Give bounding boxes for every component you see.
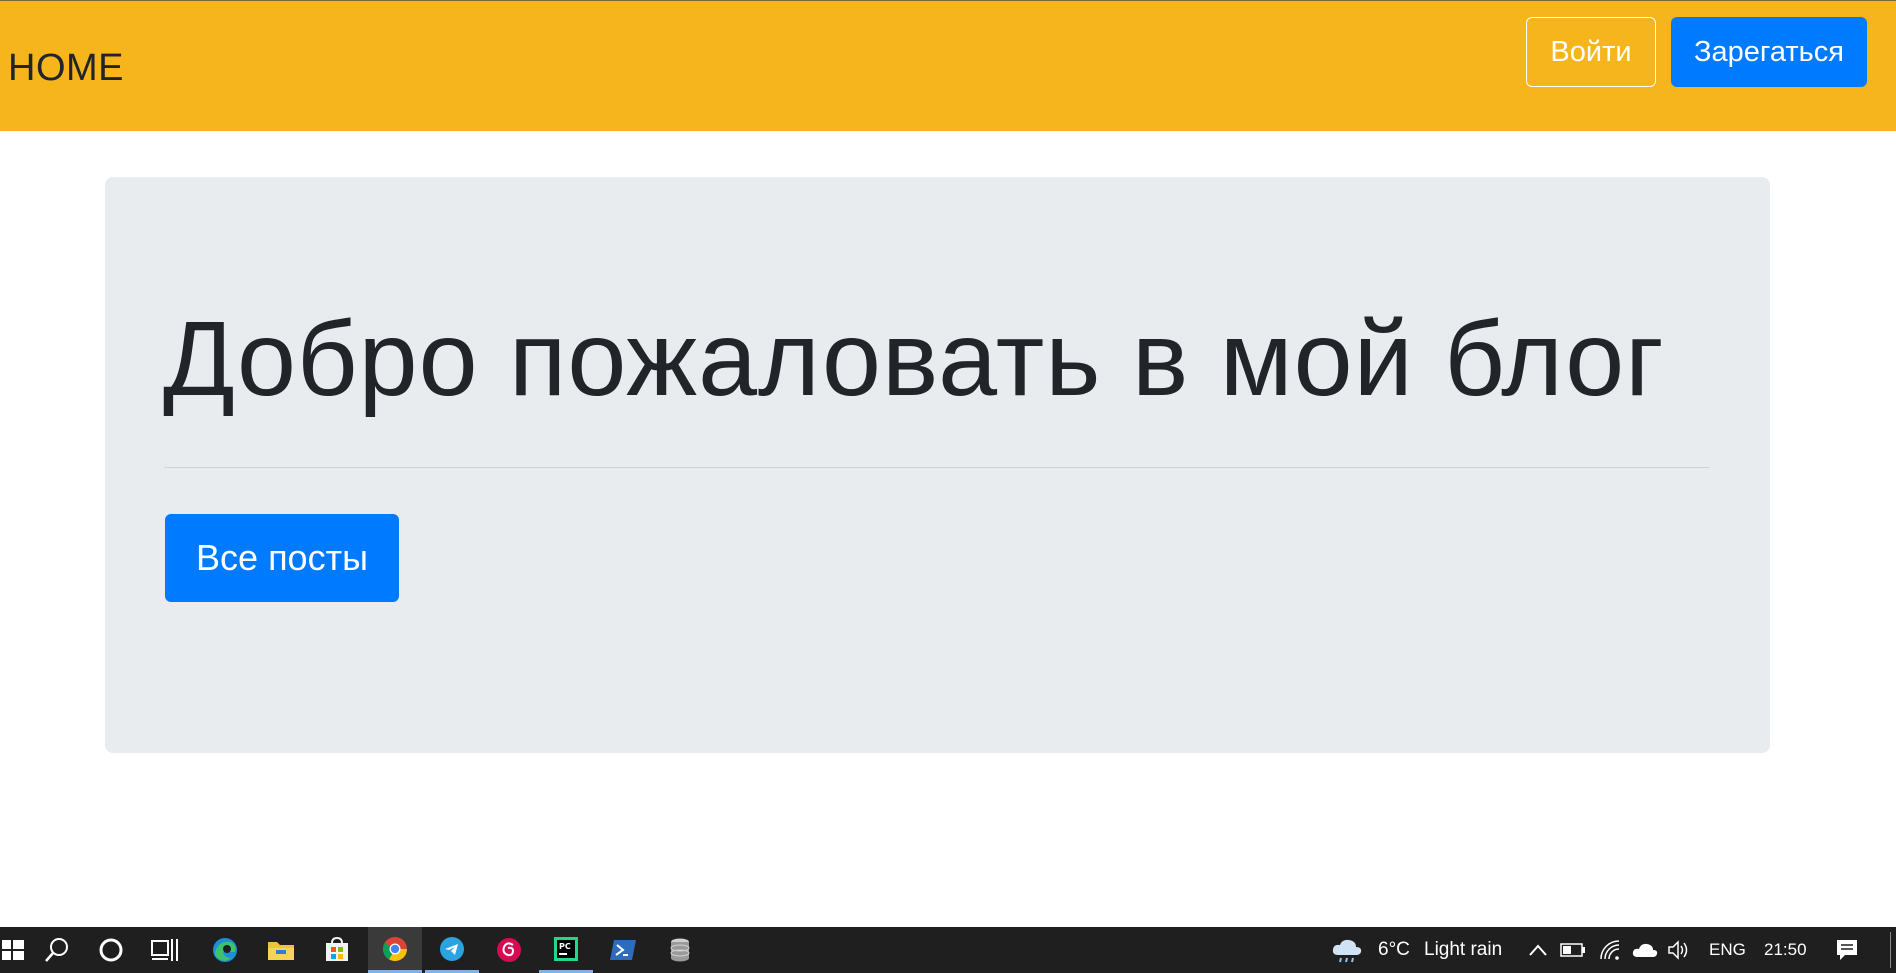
svg-text:PC: PC [559, 942, 571, 951]
weather-temperature[interactable]: 6°C [1378, 927, 1410, 973]
home-link[interactable]: HOME [8, 45, 124, 91]
volume-icon[interactable] [1664, 927, 1694, 973]
language-indicator[interactable]: ENG [1709, 927, 1746, 973]
welcome-jumbotron: Добро пожаловать в мой блог Все посты [105, 177, 1770, 753]
battery-icon[interactable] [1558, 927, 1588, 973]
pycharm-icon[interactable]: PC [539, 927, 593, 973]
taskbar: PC 6°C Light rain ENG 21:50 [0, 927, 1896, 973]
divider [164, 467, 1709, 468]
chrome-icon[interactable] [368, 927, 422, 973]
wifi-icon[interactable] [1596, 927, 1626, 973]
cortana-icon[interactable] [86, 927, 136, 973]
show-desktop-button[interactable] [1884, 927, 1896, 973]
database-icon[interactable] [653, 927, 707, 973]
powershell-icon[interactable] [596, 927, 650, 973]
login-button[interactable]: Войти [1526, 17, 1656, 87]
welcome-title: Добро пожаловать в мой блог [163, 300, 1665, 418]
chevron-up-icon[interactable] [1524, 927, 1552, 973]
weather-condition[interactable]: Light rain [1424, 927, 1502, 973]
navbar: HOME Войти Зарегаться [0, 0, 1896, 131]
cloud-rain-icon[interactable] [1330, 927, 1364, 973]
debian-icon[interactable] [482, 927, 536, 973]
register-button[interactable]: Зарегаться [1671, 17, 1867, 87]
browser-page: HOME Войти Зарегаться Добро пожаловать в… [0, 0, 1896, 973]
task-view-icon[interactable] [140, 927, 190, 973]
all-posts-button[interactable]: Все посты [165, 514, 399, 602]
telegram-icon[interactable] [425, 927, 479, 973]
windows-start-icon[interactable] [0, 927, 26, 973]
file-explorer-icon[interactable] [254, 927, 308, 973]
edge-icon[interactable] [198, 927, 252, 973]
notification-icon[interactable] [1830, 927, 1864, 973]
onedrive-cloud-icon[interactable] [1630, 927, 1660, 973]
search-icon[interactable] [32, 927, 82, 973]
clock[interactable]: 21:50 [1764, 927, 1807, 973]
store-icon[interactable] [310, 927, 364, 973]
